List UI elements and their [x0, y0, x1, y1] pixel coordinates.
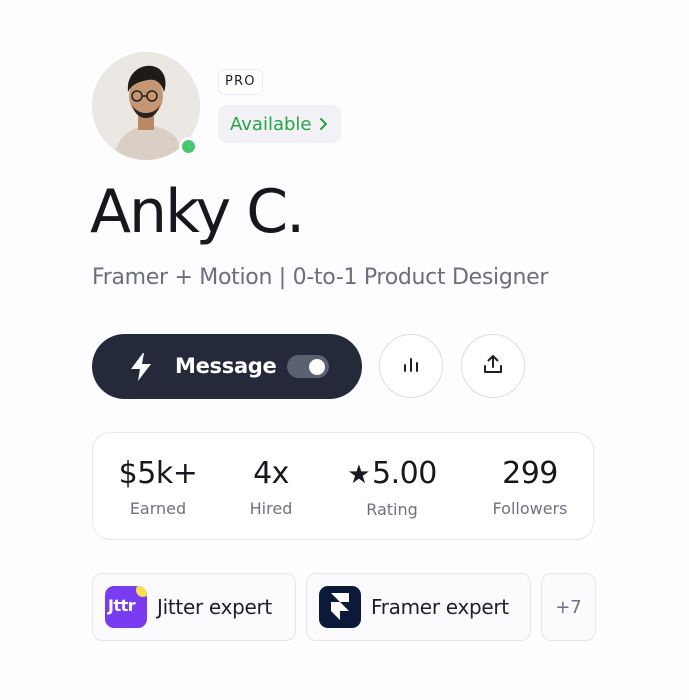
stat-value: $5k+ [118, 456, 198, 491]
stat-value: 299 [502, 456, 558, 491]
skill-label: Framer expert [371, 595, 509, 619]
share-icon [482, 353, 504, 379]
stats-card: $5k+ Earned 4x Hired ★5.00 Rating 299 Fo… [92, 432, 594, 540]
profile-headline: Framer + Motion | 0-to-1 Product Designe… [92, 265, 549, 290]
message-label: Message [175, 354, 277, 378]
framer-logo [319, 586, 361, 628]
stat-followers: 299 Followers [487, 455, 573, 518]
message-button[interactable]: Message [92, 334, 362, 399]
stat-label: Rating [366, 500, 418, 519]
stat-label: Followers [492, 499, 568, 518]
avatar-container [92, 52, 200, 160]
online-status-dot [179, 137, 198, 156]
skill-chip-jitter[interactable]: Jttr Jitter expert [92, 573, 296, 641]
jitter-logo: Jttr [105, 586, 147, 628]
stat-value: 4x [253, 456, 289, 491]
more-skills-chip[interactable]: +7 [541, 573, 596, 641]
stat-hired: 4x Hired [239, 455, 303, 518]
more-skills-count: +7 [555, 596, 582, 618]
stat-label: Earned [129, 499, 187, 518]
message-toggle[interactable] [287, 355, 329, 378]
star-icon: ★ [347, 460, 370, 490]
profile-name: Anky C. [90, 177, 305, 247]
stat-value-rating: ★5.00 [337, 455, 447, 494]
rating-value: 5.00 [372, 456, 437, 491]
jitter-logo-text: Jttr [108, 596, 136, 615]
stats-button[interactable] [379, 334, 443, 398]
share-button[interactable] [461, 334, 525, 398]
chevron-right-icon [319, 114, 329, 134]
profile-card: PRO Available Anky C. Framer + Motion | … [0, 0, 689, 700]
stat-earned: $5k+ Earned [117, 455, 199, 518]
stat-rating: ★5.00 Rating [337, 455, 447, 519]
skill-chip-framer[interactable]: Framer expert [306, 573, 531, 641]
availability-button[interactable]: Available [218, 105, 342, 143]
bar-chart-icon [401, 355, 421, 377]
availability-label: Available [230, 113, 312, 135]
pro-badge: PRO [218, 69, 263, 95]
stat-label: Hired [249, 499, 293, 518]
bolt-icon [128, 352, 154, 386]
skill-label: Jitter expert [157, 595, 272, 619]
toggle-knob [309, 358, 325, 375]
